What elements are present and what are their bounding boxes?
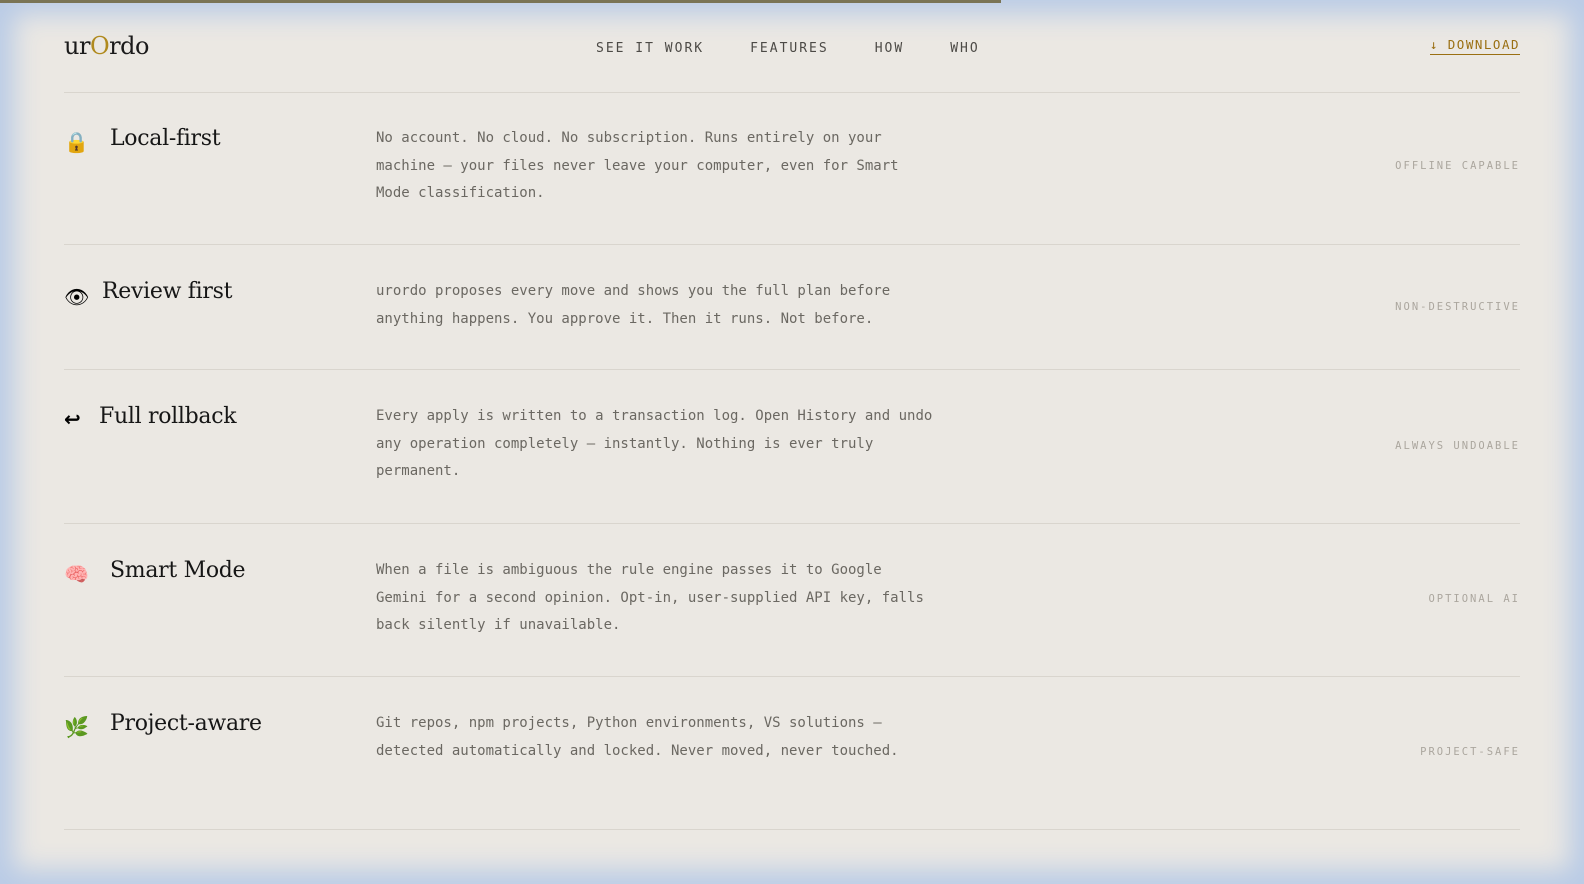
feature-row-smart-mode: 🧠 Smart Mode When a file is ambiguous th… xyxy=(64,524,1520,677)
feature-tag: ALWAYS UNDOABLE xyxy=(1395,440,1520,452)
nav-how[interactable]: HOW xyxy=(875,41,904,56)
main-nav: SEE IT WORK FEATURES HOW WHO xyxy=(596,41,980,56)
feature-description: No account. No cloud. No subscription. R… xyxy=(376,130,899,201)
feature-description: Git repos, npm projects, Python environm… xyxy=(376,715,899,759)
eye-icon: 👁 xyxy=(64,285,90,309)
logo[interactable]: urOrdo xyxy=(64,32,149,60)
feature-tag: OFFLINE CAPABLE xyxy=(1395,160,1520,172)
logo-accent: O xyxy=(89,32,110,60)
brain-icon: 🧠 xyxy=(64,562,89,586)
logo-text: ur xyxy=(64,32,90,60)
feature-tag: NON-DESTRUCTIVE xyxy=(1395,301,1520,313)
feature-tag: PROJECT-SAFE xyxy=(1420,746,1520,758)
logo-text-end: rdo xyxy=(109,32,149,60)
feature-description: Every apply is written to a transaction … xyxy=(376,408,933,479)
undo-arrow-icon: ↩ xyxy=(64,407,81,431)
feature-row-full-rollback: ↩ Full rollback Every apply is written t… xyxy=(64,370,1520,524)
nav-see-it-work[interactable]: SEE IT WORK xyxy=(596,41,704,56)
feature-description: urordo proposes every move and shows you… xyxy=(376,283,891,327)
nav-who[interactable]: WHO xyxy=(950,41,979,56)
lock-icon: 🔒 xyxy=(64,130,89,154)
feature-title: Smart Mode xyxy=(110,558,246,583)
download-link[interactable]: ↓ DOWNLOAD xyxy=(1429,37,1520,55)
feature-list: 🔒 Local-first No account. No cloud. No s… xyxy=(64,92,1520,830)
site-header: urOrdo SEE IT WORK FEATURES HOW WHO ↓ DO… xyxy=(64,28,1520,93)
nav-features[interactable]: FEATURES xyxy=(750,41,829,56)
feature-title: Review first xyxy=(102,279,233,304)
feature-title: Project-aware xyxy=(110,711,262,736)
scroll-progress-bar xyxy=(0,0,1001,3)
feature-title: Full rollback xyxy=(99,404,237,429)
feature-description: When a file is ambiguous the rule engine… xyxy=(376,562,924,633)
feature-row-project-aware: 🌿 Project-aware Git repos, npm projects,… xyxy=(64,677,1520,830)
feature-row-local-first: 🔒 Local-first No account. No cloud. No s… xyxy=(64,92,1520,245)
feature-tag: OPTIONAL AI xyxy=(1428,593,1520,605)
page: urOrdo SEE IT WORK FEATURES HOW WHO ↓ DO… xyxy=(0,0,1584,884)
feature-row-review-first: 👁 Review first urordo proposes every mov… xyxy=(64,245,1520,370)
feature-title: Local-first xyxy=(110,126,221,151)
herb-icon: 🌿 xyxy=(64,715,89,739)
